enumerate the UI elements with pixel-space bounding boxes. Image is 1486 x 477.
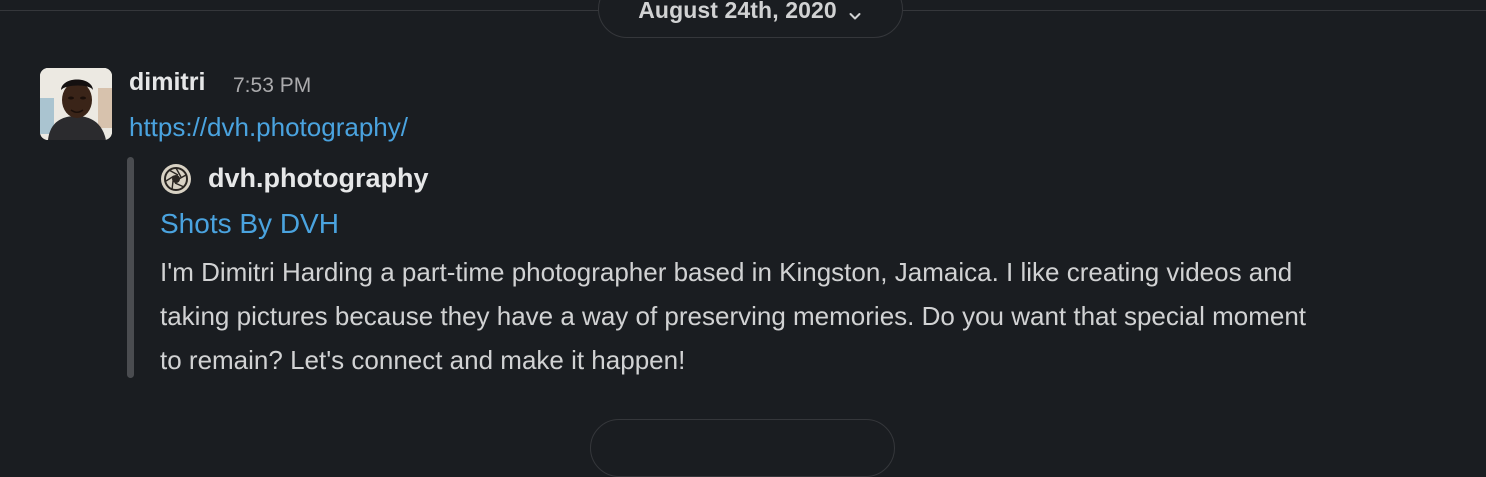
date-divider-label: August 24th, 2020 bbox=[638, 0, 837, 23]
avatar[interactable] bbox=[40, 68, 112, 140]
chevron-down-icon bbox=[849, 13, 861, 20]
unfurl-description: I'm Dimitri Harding a part-time photogra… bbox=[160, 257, 1307, 375]
unfurl-title-link[interactable]: Shots By DVH bbox=[160, 208, 339, 240]
unfurl-site-name: dvh.photography bbox=[208, 163, 429, 193]
message-sender-name[interactable]: dimitri bbox=[129, 68, 205, 97]
attachment-bar bbox=[127, 157, 134, 378]
message-link[interactable]: https://dvh.photography/ bbox=[129, 112, 408, 143]
camera-aperture-icon bbox=[161, 164, 191, 194]
date-divider-button[interactable]: August 24th, 2020 bbox=[598, 0, 903, 38]
user-avatar-image bbox=[40, 68, 112, 140]
message-timestamp[interactable]: 7:53 PM bbox=[233, 74, 311, 98]
